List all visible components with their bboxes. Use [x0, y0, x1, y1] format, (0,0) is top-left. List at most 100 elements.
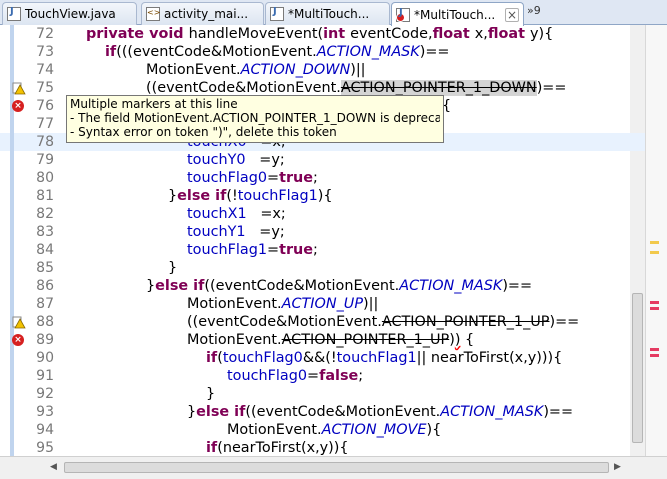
line-number: 89	[36, 332, 54, 348]
code-line[interactable]: 84 touchFlag1=true;	[0, 241, 645, 259]
code-text[interactable]: }else if((eventCode&MotionEvent.ACTION_M…	[146, 277, 532, 295]
code-line[interactable]: 80 touchFlag0=true;	[0, 169, 645, 187]
code-token: )==	[543, 404, 574, 420]
code-text[interactable]: private void handleMoveEvent(int eventCo…	[86, 25, 553, 43]
code-token: private void	[86, 26, 189, 42]
code-text[interactable]: touchFlag1=true;	[187, 241, 318, 259]
vertical-scrollbar-thumb[interactable]	[632, 293, 643, 443]
line-number: 93	[36, 404, 54, 420]
code-text[interactable]: if(((eventCode&MotionEvent.ACTION_MASK)=…	[105, 43, 449, 61]
tab-touchview[interactable]: TouchView.java	[2, 2, 137, 25]
code-text[interactable]: }	[168, 259, 177, 277]
code-token: touchFlag1	[187, 242, 267, 258]
java-file-icon	[270, 6, 284, 21]
code-line[interactable]: 95 if(nearToFirst(x,y)){	[0, 439, 645, 456]
code-text[interactable]: touchFlag0=true;	[187, 169, 318, 187]
code-line[interactable]: 79 touchY0 =y;	[0, 151, 645, 169]
code-token: else if	[196, 404, 246, 420]
tab-overflow-button[interactable]: »9	[527, 4, 541, 17]
line-number: 82	[36, 206, 54, 222]
code-text[interactable]: MotionEvent.ACTION_MOVE){	[227, 421, 441, 439]
code-line[interactable]: 72 private void handleMoveEvent(int event…	[0, 25, 645, 43]
tab-activity-main[interactable]: activity_mai...	[141, 2, 264, 25]
code-text[interactable]: ((eventCode&MotionEvent.ACTION_POINTER_1…	[187, 313, 579, 331]
tab-label: *MultiTouch...	[288, 7, 370, 21]
code-text[interactable]: MotionEvent.ACTION_DOWN)||	[146, 61, 366, 79]
xml-file-icon	[146, 7, 160, 21]
code-line[interactable]: 83 touchY1 =y;	[0, 223, 645, 241]
code-token: )==	[536, 80, 567, 96]
horizontal-scrollbar-thumb[interactable]	[64, 462, 609, 473]
code-line[interactable]: 94 MotionEvent.ACTION_MOVE){	[0, 421, 645, 439]
code-token: ACTION_UP	[281, 296, 364, 312]
close-icon[interactable]: ×	[505, 7, 519, 22]
code-text[interactable]: touchY1 =y;	[187, 223, 285, 241]
code-text[interactable]: }	[206, 385, 215, 403]
code-token: {	[460, 332, 475, 348]
code-line[interactable]: 81}else if(!touchFlag1){	[0, 187, 645, 205]
code-text[interactable]: touchX1 =x;	[187, 205, 286, 223]
warning-ruler-marker[interactable]	[650, 241, 659, 244]
code-line[interactable]: 87 MotionEvent.ACTION_UP)||	[0, 295, 645, 313]
code-token: }	[187, 404, 197, 420]
code-token: || nearToFirst(x,y))){	[416, 350, 563, 366]
code-text[interactable]: }else if((eventCode&MotionEvent.ACTION_M…	[187, 403, 573, 421]
code-text[interactable]: }else if(!touchFlag1){	[168, 187, 333, 205]
code-token: MotionEvent.	[187, 332, 282, 348]
code-line[interactable]: 92}	[0, 385, 645, 403]
code-text[interactable]: MotionEvent.ACTION_UP)||	[187, 295, 378, 313]
line-number: 87	[36, 296, 54, 312]
tab-label: *MultiTouch...	[414, 7, 496, 22]
error-ruler-marker[interactable]	[650, 348, 659, 351]
code-line[interactable]: 85}	[0, 259, 645, 277]
scroll-left-icon[interactable]: ◀	[50, 462, 57, 472]
line-number: 83	[36, 224, 54, 240]
code-token: if	[105, 44, 117, 60]
code-token: float	[487, 26, 530, 42]
code-token: ;	[358, 368, 364, 384]
line-number: 77	[36, 116, 54, 132]
error-ruler-marker[interactable]	[650, 301, 659, 304]
code-line[interactable]: 86}else if((eventCode&MotionEvent.ACTION…	[0, 277, 645, 295]
code-line[interactable]: 88 ((eventCode&MotionEvent.ACTION_POINTER…	[0, 313, 645, 331]
code-text[interactable]: touchFlag0=false;	[227, 367, 363, 385]
code-line[interactable]: 82 touchX1 =x;	[0, 205, 645, 223]
java-error-file-icon	[396, 7, 410, 22]
line-number: 92	[36, 386, 54, 402]
code-token: int	[323, 26, 351, 42]
code-editor[interactable]: 72 private void handleMoveEvent(int event…	[0, 25, 645, 456]
tab-multitouch-2[interactable]: *MultiTouch... ×	[391, 2, 524, 26]
line-number: 84	[36, 242, 54, 258]
code-token: touchY0	[187, 152, 246, 168]
code-text[interactable]: MotionEvent.ACTION_POINTER_1_UP)) {	[187, 331, 474, 349]
scroll-right-icon[interactable]: ▶	[614, 462, 621, 472]
code-token: ACTION_POINTER_1_DOWN	[340, 80, 537, 96]
code-text[interactable]: touchY0 =y;	[187, 151, 285, 169]
tooltip-line: Multiple markers at this line	[70, 97, 238, 111]
warning-ruler-marker[interactable]	[650, 251, 659, 254]
code-line[interactable]: 93 }else if((eventCode&MotionEvent.ACTION…	[0, 403, 645, 421]
horizontal-scrollbar[interactable]: ◀ ▶	[0, 456, 667, 479]
error-ruler-marker[interactable]	[650, 354, 659, 357]
code-text[interactable]: if(touchFlag0&&(!touchFlag1|| nearToFirs…	[206, 349, 562, 367]
error-ruler-marker[interactable]	[650, 307, 659, 310]
code-line[interactable]: 91 touchFlag0=false;	[0, 367, 645, 385]
code-line[interactable]: × 89 MotionEvent.ACTION_POINTER_1_UP)) {	[0, 331, 645, 349]
code-token: ){	[317, 188, 333, 204]
code-token: MotionEvent.	[227, 422, 322, 438]
code-token: if	[206, 440, 218, 456]
code-token: =	[307, 368, 320, 384]
code-line[interactable]: 90 if(touchFlag0&&(!touchFlag1|| nearToFi…	[0, 349, 645, 367]
code-token: )==	[549, 314, 580, 330]
tab-multitouch-1[interactable]: *MultiTouch...	[265, 2, 390, 25]
code-line[interactable]: 74 MotionEvent.ACTION_DOWN)||	[0, 61, 645, 79]
tab-label: TouchView.java	[25, 7, 116, 21]
code-token: }	[206, 386, 216, 402]
code-token: (((eventCode&MotionEvent.	[116, 44, 317, 60]
code-text[interactable]: if(nearToFirst(x,y)){	[206, 439, 349, 456]
code-line[interactable]: 73 if(((eventCode&MotionEvent.ACTION_MASK…	[0, 43, 645, 61]
overview-ruler[interactable]	[645, 25, 667, 456]
tooltip-line: - The field MotionEvent.ACTION_POINTER_1…	[70, 111, 440, 125]
code-token: handleMoveEvent(	[188, 26, 324, 42]
code-token: eventCode,	[350, 26, 433, 42]
